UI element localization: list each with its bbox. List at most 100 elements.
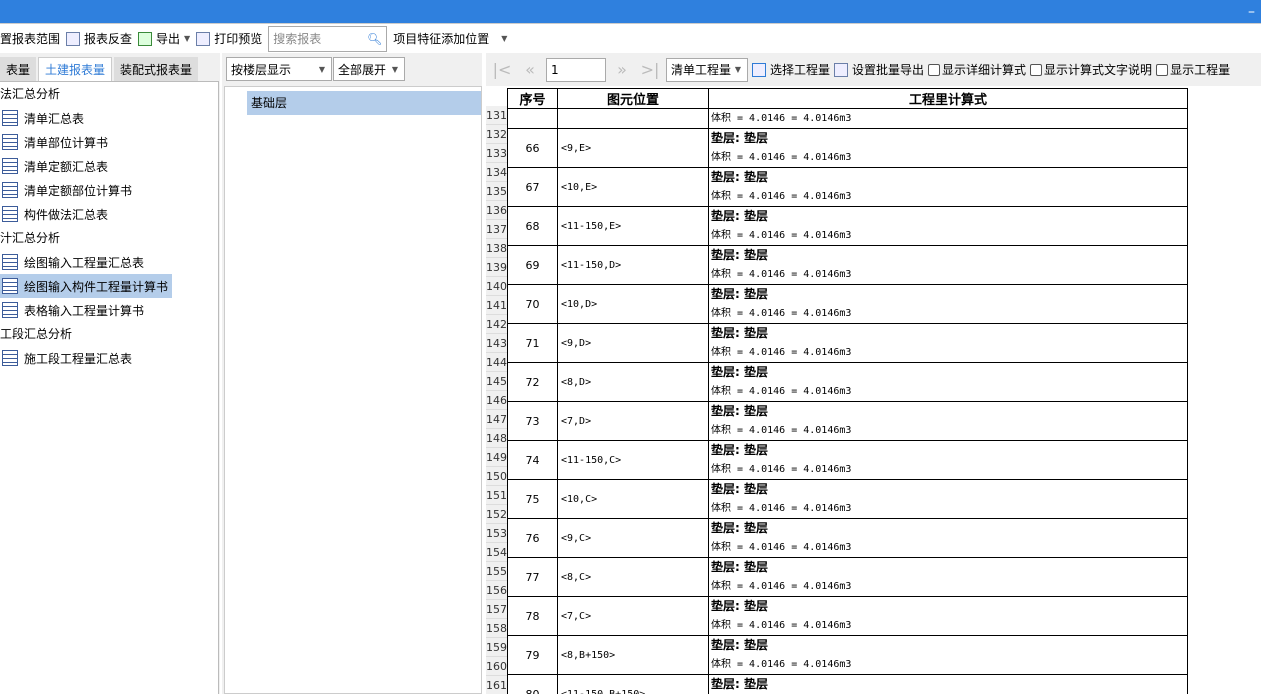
tab-2[interactable]: 装配式报表量 <box>114 57 199 81</box>
chevron-down-icon: ▼ <box>318 64 325 74</box>
prev-page-icon[interactable]: « <box>518 60 542 79</box>
table-icon <box>752 62 766 77</box>
formula-title: 垫层: 垫层 <box>711 443 768 457</box>
table-row: 68 <11-150,E> 垫层: 垫层 体积 = 4.0146 = 4.0146m3 <box>507 206 1188 246</box>
row-formula: 垫层: 垫层体积 = 4.0146 = 4.0146m3 <box>708 635 1188 675</box>
line-number: 150 <box>486 467 507 486</box>
floor-item[interactable]: 基础层 <box>247 91 481 115</box>
tree-item-label: 施工段工程量汇总表 <box>24 351 133 366</box>
report-doc-icon <box>2 254 18 270</box>
line-number: 132 <box>486 125 507 144</box>
table-row: 72 <8,D> 垫层: 垫层 体积 = 4.0146 = 4.0146m3 <box>507 362 1188 402</box>
excel-export-icon <box>138 31 153 46</box>
toolbar: 置报表范围 报表反查 导出 ▼ 打印预览 搜索报表 🔍︎ 项目特征添加位置 ▼ <box>0 23 1261 53</box>
line-number: 148 <box>486 429 507 448</box>
line-number: 136 <box>486 201 507 220</box>
row-position: <7,C> <box>557 596 709 636</box>
report-doc-icon <box>2 182 18 198</box>
formula-title: 垫层: 垫层 <box>711 677 768 691</box>
row-formula: 垫层: 垫层体积 = 4.0146 = 4.0146m3 <box>708 323 1188 363</box>
tab-0[interactable]: 表量 <box>0 57 37 81</box>
tree-item[interactable]: 施工段工程量汇总表 <box>0 346 218 370</box>
formula-text-checkbox[interactable]: 显示计算式文字说明 <box>1030 61 1152 78</box>
line-number: 151 <box>486 486 507 505</box>
row-formula: 垫层: 垫层体积 = 4.0146 = 4.0146m3 <box>708 284 1188 324</box>
tab-1[interactable]: 土建报表量 <box>38 57 113 81</box>
tree-item[interactable]: 构件做法汇总表 <box>0 202 218 226</box>
row-no: 78 <box>507 596 558 636</box>
expand-value: 全部展开 <box>338 62 387 77</box>
tree-item[interactable]: 清单部位计算书 <box>0 130 218 154</box>
tree-item[interactable]: 清单定额部位计算书 <box>0 178 218 202</box>
tree-item[interactable]: 表格输入工程量计算书 <box>0 298 218 322</box>
report-doc-icon <box>2 302 18 318</box>
display-mode-dropdown[interactable]: 按楼层显示 ▼ <box>226 57 332 81</box>
formula-title: 垫层: 垫层 <box>711 209 768 223</box>
tree-item[interactable]: 清单定额汇总表 <box>0 154 218 178</box>
tree-item-label: 绘图输入构件工程量计算书 <box>24 279 169 294</box>
tree-item[interactable]: 绘图输入构件工程量计算书 <box>0 274 172 298</box>
page-input[interactable]: 1 <box>546 57 606 82</box>
tree-item-label: 清单定额部位计算书 <box>24 183 133 198</box>
tree-group[interactable]: 汁汇总分析 <box>0 226 218 250</box>
tree-group[interactable]: 法汇总分析 <box>0 82 218 106</box>
checkbox-label: 显示工程量 <box>1170 63 1231 77</box>
row-no: 77 <box>507 557 558 597</box>
row-position: <10,C> <box>557 479 709 519</box>
checkbox-label: 显示详细计算式 <box>942 63 1027 77</box>
table-row: 73 <7,D> 垫层: 垫层 体积 = 4.0146 = 4.0146m3 <box>507 401 1188 441</box>
checkbox-icon <box>928 63 941 76</box>
col-header-no: 序号 <box>507 88 558 109</box>
tree-group[interactable]: 工段汇总分析 <box>0 322 218 346</box>
col-header-position: 图元位置 <box>557 88 709 109</box>
formula-text: 体积 = 4.0146 = 4.0146m3 <box>711 113 852 124</box>
col-header-formula: 工程里计算式 <box>708 88 1188 109</box>
line-number: 134 <box>486 163 507 182</box>
report-doc-icon <box>2 278 18 294</box>
tree-item-label: 表格输入工程量计算书 <box>24 303 145 318</box>
row-position: <8,B+150> <box>557 635 709 675</box>
search-input[interactable]: 搜索报表 🔍︎ <box>268 25 388 52</box>
report-tree: 法汇总分析清单汇总表清单部位计算书 清单定额汇总表清单定额部位计算书 构件做法汇总表… <box>0 81 219 694</box>
batch-export-button[interactable]: 设置批量导出 <box>834 58 924 82</box>
tree-item[interactable]: 清单汇总表 <box>0 106 218 130</box>
chevron-down-icon: ▼ <box>391 64 398 74</box>
checkbox-label: 显示计算式文字说明 <box>1044 63 1153 77</box>
line-number: 152 <box>486 505 507 524</box>
row-position: <9,D> <box>557 323 709 363</box>
first-page-icon[interactable]: |< <box>490 60 514 79</box>
reverse-lookup-button[interactable]: 报表反查 <box>66 27 132 51</box>
line-number: 147 <box>486 410 507 429</box>
select-qty-button[interactable]: 选择工程量 <box>752 58 830 82</box>
row-formula: 垫层: 垫层体积 = 4.0146 = 4.0146m3 <box>708 518 1188 558</box>
show-qty-checkbox[interactable]: 显示工程量 <box>1156 61 1230 78</box>
last-page-icon[interactable]: >| <box>638 60 662 79</box>
row-position: <7,D> <box>557 401 709 441</box>
print-preview-button[interactable]: 打印预览 <box>196 27 262 51</box>
qty-type-dropdown[interactable]: 清单工程量 ▼ <box>666 57 748 82</box>
expand-dropdown[interactable]: 全部展开 ▼ <box>333 57 405 81</box>
row-formula: 垫层: 垫层体积 = 4.0146 = 4.0146m3 <box>708 440 1188 480</box>
tree-item[interactable]: 绘图输入工程量汇总表 <box>0 250 218 274</box>
row-no: 74 <box>507 440 558 480</box>
set-range-button[interactable]: 置报表范围 <box>0 27 60 51</box>
export-button[interactable]: 导出 ▼ <box>138 27 190 51</box>
search-icon[interactable]: 🔍︎ <box>367 32 382 46</box>
feature-position-dropdown[interactable]: 项目特征添加位置 ▼ <box>393 27 507 51</box>
tree-item-label: 清单汇总表 <box>24 111 85 126</box>
formula-title: 垫层: 垫层 <box>711 560 768 574</box>
row-position: <9,E> <box>557 128 709 168</box>
minimize-icon[interactable]: – <box>1248 4 1255 20</box>
row-position: <11-150,E> <box>557 206 709 246</box>
report-table: 序号 图元位置 工程里计算式 体积 = 4.0146 = 4.0146m3 66… <box>507 88 1188 694</box>
next-page-icon[interactable]: » <box>610 60 634 79</box>
detail-formula-checkbox[interactable]: 显示详细计算式 <box>928 61 1026 78</box>
batch-export-icon <box>834 62 849 77</box>
row-position: <8,C> <box>557 557 709 597</box>
line-number: 160 <box>486 657 507 676</box>
display-mode-value: 按楼层显示 <box>231 62 292 77</box>
tree-item-label: 构件做法汇总表 <box>24 207 109 222</box>
line-number: 154 <box>486 543 507 562</box>
formula-text: 体积 = 4.0146 = 4.0146m3 <box>711 386 852 397</box>
table-row: 69 <11-150,D> 垫层: 垫层 体积 = 4.0146 = 4.0146m3 <box>507 245 1188 285</box>
